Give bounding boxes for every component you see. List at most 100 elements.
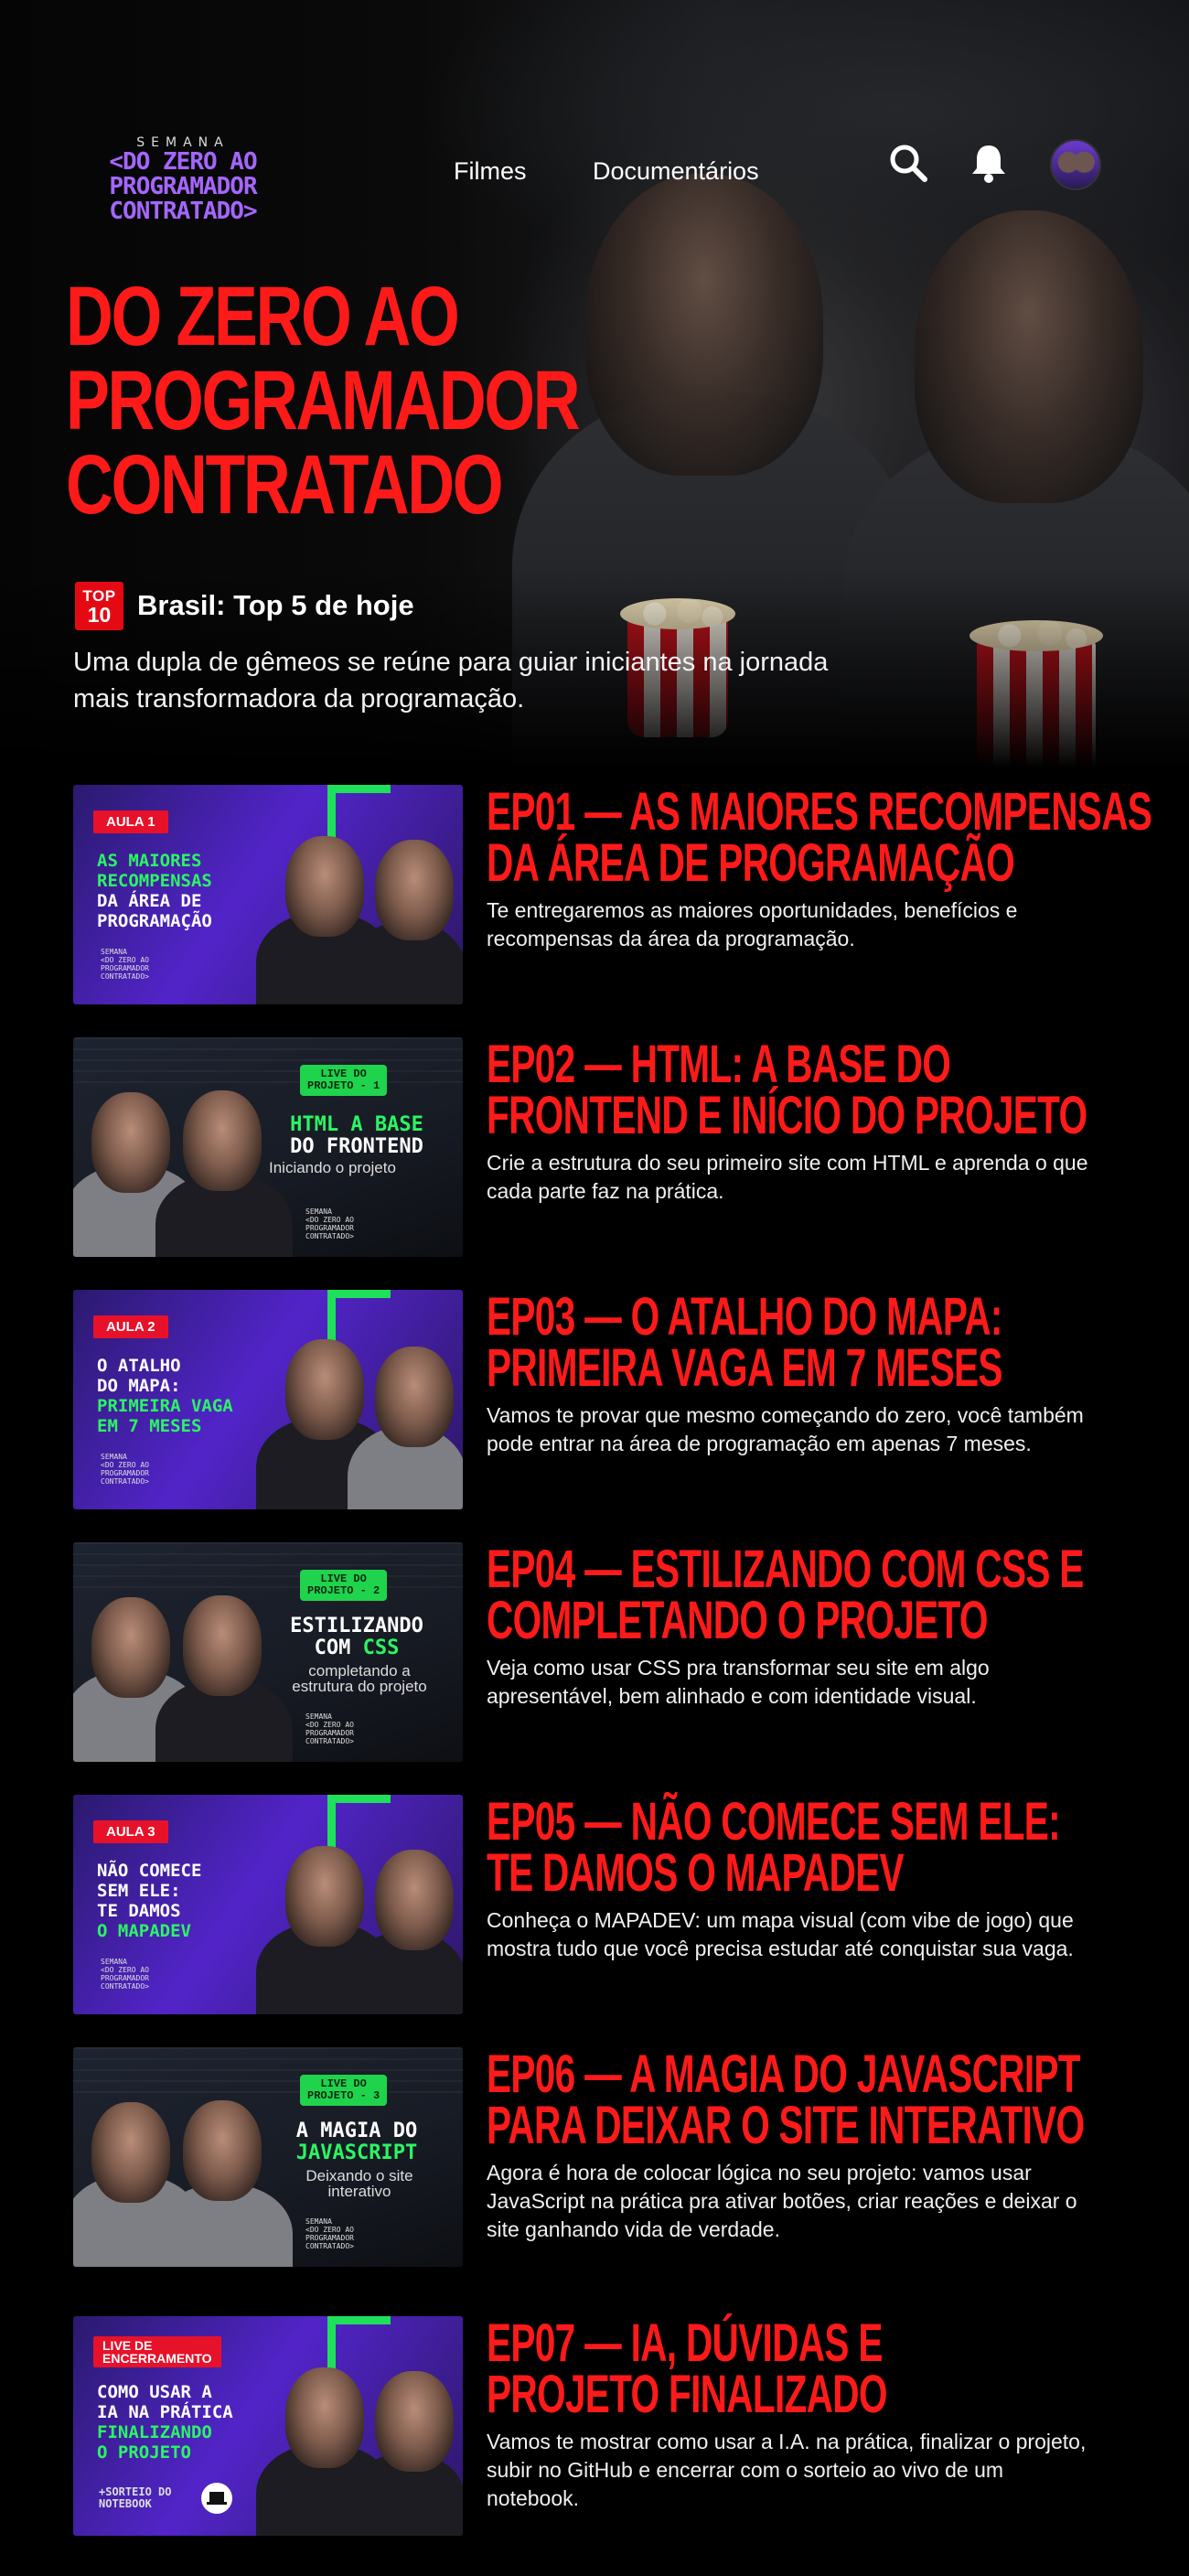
thumb-title-part: COM <box>314 1637 363 1659</box>
mini-logo-line: SEMANA <box>101 1453 127 1461</box>
thumb-title-line: FINALIZANDO <box>97 2422 212 2442</box>
avatar[interactable] <box>1050 139 1101 190</box>
brand-logo[interactable]: SEMANA <DO ZERO AO PROGRAMADOR CONTRATAD… <box>73 135 293 224</box>
hero-title-line-3: CONTRATADO <box>66 438 504 531</box>
thumb-title: AS MAIORES RECOMPENSAS DA ÁREA DE PROGRA… <box>97 851 212 931</box>
thumb-title-line: O MAPADEV <box>97 1921 191 1941</box>
mini-logo-line: CONTRATADO> <box>305 2242 354 2250</box>
thumb-title-line: IA NA PRÁTICA <box>97 2402 233 2422</box>
episode-title[interactable]: EP02 — HTML: A BASE DO FRONTEND E INÍCIO… <box>487 1035 1087 1143</box>
episode-title[interactable]: EP01 — AS MAIORES RECOMPENSAS DA ÁREA DE… <box>487 786 1152 890</box>
episode-card-3[interactable]: AULA 2 O ATALHO DO MAPA: PRIMEIRA VAGA E… <box>73 1290 1125 1509</box>
bell-icon[interactable] <box>968 142 1010 184</box>
mini-logo-line: SEMANA <box>101 1958 127 1966</box>
thumb-title: O ATALHO DO MAPA: PRIMEIRA VAGA EM 7 MES… <box>97 1356 233 1436</box>
mini-logo-line: PROGRAMADOR <box>101 1469 149 1477</box>
thumb-code-bg <box>73 1037 463 1092</box>
hero-title-line-2: PROGRAMADOR <box>66 354 581 447</box>
episode-title[interactable]: EP03 — O ATALHO DO MAPA: PRIMEIRA VAGA E… <box>487 1287 1002 1398</box>
thumb-title-line: ESTILIZANDO <box>290 1615 423 1637</box>
thumb-title-line: COMO USAR A <box>97 2382 212 2402</box>
episode-thumbnail[interactable]: AULA 3 NÃO COMECE SEM ELE: TE DAMOS O MA… <box>73 1795 463 2014</box>
thumb-person-face <box>91 1597 170 1698</box>
episode-title-line-1: EP02 — HTML: A BASE DO <box>487 1035 951 1094</box>
thumb-subtitle: Deixando o site interativo <box>256 2168 463 2199</box>
thumb-mini-logo: SEMANA <DO ZERO AO PROGRAMADOR CONTRATADO> <box>305 2217 354 2250</box>
episode-thumbnail[interactable]: LIVE DO PROJETO - 3 A MAGIA DO JAVASCRIPT… <box>73 2047 463 2267</box>
thumb-title-line: PRIMEIRA VAGA <box>97 1396 233 1416</box>
episode-title[interactable]: EP05 — NÃO COMECE SEM ELE: TE DAMOS O MA… <box>487 1792 1061 1900</box>
hero-person-right <box>915 210 1143 503</box>
episode-card-1[interactable]: AULA 1 AS MAIORES RECOMPENSAS DA ÁREA DE… <box>73 785 1152 1004</box>
episode-thumbnail[interactable]: AULA 1 AS MAIORES RECOMPENSAS DA ÁREA DE… <box>73 785 463 1004</box>
episode-card-5[interactable]: AULA 3 NÃO COMECE SEM ELE: TE DAMOS O MA… <box>73 1795 1125 2014</box>
mini-logo-line: SEMANA <box>305 1208 332 1216</box>
thumb-code-bg <box>73 1542 463 1597</box>
thumb-person-face <box>285 1339 364 1440</box>
thumb-code-bg <box>73 2047 463 2102</box>
episode-title-line-2: PROJETO FINALIZADO <box>487 2365 887 2424</box>
thumb-badge-line: PROJETO - 1 <box>307 1079 380 1092</box>
episode-description: Te entregaremos as maiores oportunidades… <box>487 898 1018 950</box>
thumb-title: HTML A BASE DO FRONTEND <box>251 1114 463 1158</box>
episode-card-2[interactable]: LIVE DO PROJETO - 1 HTML A BASE DO FRONTE… <box>73 1037 1125 1257</box>
thumb-person-face <box>285 836 364 937</box>
episode-thumbnail[interactable]: LIVE DE ENCERRAMENTO COMO USAR A IA NA PR… <box>73 2316 463 2536</box>
logo-line-1: <DO ZERO AO <box>109 148 257 176</box>
search-icon[interactable] <box>887 142 929 184</box>
thumb-badge: AULA 2 <box>93 1315 168 1338</box>
mini-logo-line: CONTRATADO> <box>101 972 149 981</box>
nav-filmes[interactable]: Filmes <box>454 157 527 186</box>
thumb-title: NÃO COMECE SEM ELE: TE DAMOS O MAPADEV <box>97 1861 201 1941</box>
mini-logo-line: SEMANA <box>101 948 127 956</box>
episode-title[interactable]: EP04 — ESTILIZANDO COM CSS E COMPLETANDO… <box>487 1540 1084 1650</box>
thumb-subtitle: completando a estrutura do projeto <box>256 1663 463 1694</box>
hero-title-line-1: DO ZERO AO <box>66 270 460 363</box>
thumb-badge-line: PROJETO - 2 <box>307 1584 380 1597</box>
episode-card-6[interactable]: LIVE DO PROJETO - 3 A MAGIA DO JAVASCRIPT… <box>73 2047 1125 2267</box>
episode-description: Veja como usar CSS pra transformar seu s… <box>487 1656 990 1708</box>
episode-title-line-1: EP05 — NÃO COMECE SEM ELE: <box>487 1792 1061 1852</box>
thumb-person-face <box>375 1850 454 1950</box>
thumb-person-face <box>285 1846 364 1947</box>
nav-documentarios[interactable]: Documentários <box>593 157 759 186</box>
mini-logo-line: CONTRATADO> <box>101 1982 149 1991</box>
episode-title-line-1: EP07 — IA, DÚVIDAS E <box>487 2313 883 2373</box>
thumb-person-face <box>375 840 454 940</box>
episode-title[interactable]: EP07 — IA, DÚVIDAS E PROJETO FINALIZADO <box>487 2313 935 2424</box>
thumb-badge-line: ENCERRAMENTO <box>102 2351 212 2366</box>
thumb-subtitle: Iniciando o projeto <box>269 1159 396 1176</box>
thumb-person-face <box>375 1347 454 1447</box>
episode-card-7[interactable]: LIVE DE ENCERRAMENTO COMO USAR A IA NA PR… <box>73 2316 1125 2536</box>
thumb-title-part: CSS <box>362 1637 400 1659</box>
episode-title[interactable]: EP06 — A MAGIA DO JAVASCRIPT PARA DEIXAR… <box>487 2048 1085 2155</box>
thumb-mini-logo: SEMANA <DO ZERO AO PROGRAMADOR CONTRATADO> <box>305 1712 354 1745</box>
thumb-person-face <box>91 1092 170 1193</box>
thumb-title-line: AS MAIORES <box>97 851 202 871</box>
mini-logo-line: SEMANA <box>305 1712 332 1721</box>
mini-logo-line: SEMANA <box>305 2217 332 2226</box>
thumb-title: A MAGIA DO JAVASCRIPT <box>251 2120 463 2164</box>
mini-logo-line: <DO ZERO AO <box>101 956 149 964</box>
episode-thumbnail[interactable]: LIVE DO PROJETO - 2 ESTILIZANDO COM CSS c… <box>73 1542 463 1762</box>
mini-logo-line: <DO ZERO AO <box>305 2226 354 2234</box>
episode-title-line-2: PARA DEIXAR O SITE INTERATIVO <box>487 2096 1085 2155</box>
thumb-title-line: EM 7 MESES <box>97 1416 202 1436</box>
episode-description: Crie a estrutura do seu primeiro site co… <box>487 1151 1088 1203</box>
episode-thumbnail[interactable]: AULA 2 O ATALHO DO MAPA: PRIMEIRA VAGA E… <box>73 1290 463 1509</box>
episode-description: Agora é hora de colocar lógica no seu pr… <box>487 2161 1077 2241</box>
episode-title-line-1: EP04 — ESTILIZANDO COM CSS E <box>487 1540 1084 1599</box>
thumb-subtitle-line: estrutura do projeto <box>292 1678 427 1695</box>
episode-title-line-1: EP03 — O ATALHO DO MAPA: <box>487 1287 1002 1347</box>
hero-person-left <box>585 174 823 476</box>
episode-title-line-2: PRIMEIRA VAGA EM 7 MESES <box>487 1338 1002 1398</box>
episode-card-4[interactable]: LIVE DO PROJETO - 2 ESTILIZANDO COM CSS c… <box>73 1542 1125 1762</box>
episode-title-line-2: COMPLETANDO O PROJETO <box>487 1591 988 1650</box>
episode-thumbnail[interactable]: LIVE DO PROJETO - 1 HTML A BASE DO FRONTE… <box>73 1037 463 1257</box>
episode-description: Vamos te provar que mesmo começando do z… <box>487 1403 1084 1455</box>
thumb-title-line: O PROJETO <box>97 2442 191 2463</box>
thumb-title-line: JAVASCRIPT <box>295 2141 418 2164</box>
thumb-title-line: NÃO COMECE <box>97 1861 202 1881</box>
thumb-title-line: SEM ELE: <box>97 1881 181 1901</box>
popcorn-bucket-right <box>969 620 1103 768</box>
